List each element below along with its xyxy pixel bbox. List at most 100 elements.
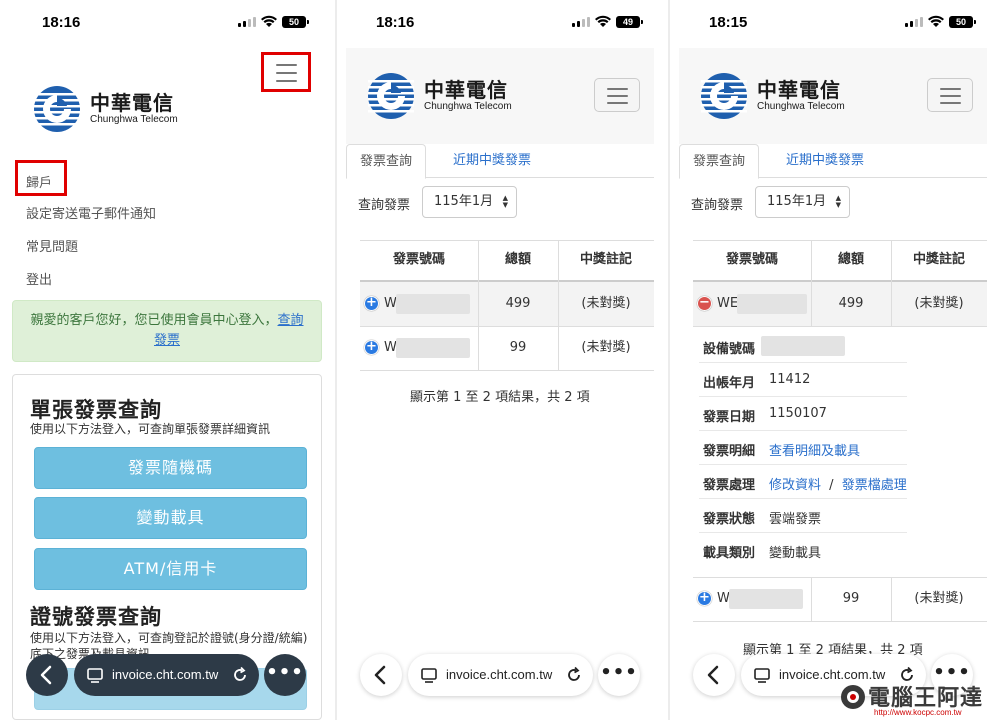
table-row[interactable]: + W 99 (未對獎) (360, 326, 654, 370)
table-row[interactable]: + W 499 (未對獎) (360, 282, 654, 326)
alert-text: 親愛的客戶您好，您已使用會員中心登入， (30, 313, 278, 328)
table-border (891, 577, 892, 621)
battery-icon: 50 (949, 16, 976, 28)
highlight-box-account-link (15, 160, 67, 196)
detail-divider (699, 532, 907, 533)
table-border (811, 577, 812, 621)
tab-invoice-query[interactable]: 發票查詢 (679, 144, 760, 179)
atm-credit-card-button[interactable]: ATM/信用卡 (34, 548, 307, 590)
clock: 18:16 (376, 14, 415, 31)
panel-divider (335, 0, 337, 720)
cellular-signal-icon (572, 17, 590, 27)
menu-toggle-button[interactable] (927, 78, 973, 112)
expand-icon[interactable]: + (364, 296, 379, 311)
table-border (360, 370, 654, 371)
cht-logo-icon (368, 73, 414, 119)
billing-period-value: 11412 (769, 372, 811, 387)
logo-chinese-text: 中華電信 (90, 91, 174, 115)
single-invoice-desc: 使用以下方法登入，可查詢單張發票詳細資訊 (30, 422, 271, 436)
menu-item-faq[interactable]: 常見問題 (26, 236, 78, 255)
logo-english-text: Chunghwa Telecom (424, 101, 512, 112)
watermark: 電腦王阿達 http://www.kocpc.com.tw (838, 680, 998, 720)
clock: 18:16 (42, 14, 81, 31)
table-row[interactable]: + W 99 (未對獎) (693, 577, 987, 621)
random-code-button[interactable]: 發票隨機碼 (34, 447, 307, 489)
menu-toggle-button[interactable] (594, 78, 640, 112)
invoice-file-link[interactable]: 發票檔處理 (842, 478, 907, 493)
panel-divider (668, 0, 670, 720)
period-select-value: 115年1月 (767, 194, 827, 209)
edit-info-link[interactable]: 修改資料 (769, 478, 821, 493)
header-invoice-number: 發票號碼 (392, 252, 445, 267)
browser-bottom-bar: invoice.cht.com.tw ••• (340, 650, 666, 700)
tab-recent-winning[interactable]: 近期中獎發票 (440, 144, 544, 179)
expand-icon[interactable]: + (697, 591, 712, 606)
invoice-number: WE (717, 296, 739, 311)
detail-divider (699, 362, 907, 363)
watermark-url: http://www.kocpc.com.tw (874, 708, 962, 717)
status-bar: 18:16 50 (6, 0, 332, 44)
invoice-date-value: 1150107 (769, 406, 827, 421)
clock: 18:15 (709, 14, 748, 31)
menu-item-logout[interactable]: 登出 (26, 269, 52, 288)
tab-recent-winning[interactable]: 近期中獎發票 (773, 144, 877, 179)
url-bar[interactable]: invoice.cht.com.tw (408, 654, 593, 696)
wifi-icon (595, 15, 611, 27)
browser-bottom-bar: invoice.cht.com.tw ••• (6, 650, 332, 700)
expand-icon[interactable]: + (364, 340, 379, 355)
invoice-amount: 99 (842, 591, 860, 606)
table-border (558, 240, 559, 370)
browser-back-button[interactable] (26, 654, 68, 696)
redacted-invoice-number (396, 294, 470, 314)
battery-icon: 50 (282, 16, 309, 28)
table-border (693, 621, 987, 622)
browser-more-button[interactable]: ••• (598, 654, 640, 696)
invoice-amount: 499 (838, 296, 864, 311)
mobile-carrier-button[interactable]: 變動載具 (34, 497, 307, 539)
wifi-icon (928, 15, 944, 27)
cht-logo: 中華電信 Chunghwa Telecom (366, 71, 512, 121)
period-select[interactable]: 115年1月 ▲ ▼ (755, 186, 850, 218)
period-select[interactable]: 115年1月 ▲ ▼ (422, 186, 517, 218)
screen-invoice-detail: 18:15 50 中華電信 Chunghwa Telecom 發票查詢 近期中獎… (673, 0, 999, 720)
cht-logo-icon (701, 73, 747, 119)
table-border (693, 326, 987, 327)
invoice-number: W (384, 340, 397, 355)
status-bar: 18:16 49 (340, 0, 666, 44)
reload-icon[interactable] (565, 666, 583, 684)
table-summary: 顯示第 1 至 2 項結果，共 2 項 (410, 390, 590, 405)
url-bar[interactable]: invoice.cht.com.tw (74, 654, 259, 696)
more-dots-icon: ••• (266, 662, 304, 683)
redacted-device-number (761, 336, 845, 356)
browser-back-button[interactable] (360, 654, 402, 696)
cert-invoice-title: 證號發票查詢 (30, 605, 162, 629)
invoice-process-label: 發票處理 (703, 478, 756, 493)
logo-english-text: Chunghwa Telecom (90, 114, 178, 125)
collapse-icon[interactable]: − (697, 296, 712, 311)
status-bar: 18:15 50 (673, 0, 999, 44)
page-icon (421, 668, 437, 683)
cellular-signal-icon (905, 17, 923, 27)
header-amount: 總額 (504, 252, 531, 267)
browser-back-button[interactable] (693, 654, 735, 696)
table-row-expanded[interactable]: − WE 499 (未對獎) (693, 282, 987, 326)
chevron-left-icon (40, 665, 52, 685)
device-number-label: 設備號碼 (703, 342, 756, 357)
header-prize-note: 中獎註記 (912, 252, 965, 267)
invoice-prize-note: (未對獎) (914, 296, 964, 311)
invoice-prize-note: (未對獎) (914, 591, 964, 606)
reload-icon[interactable] (231, 666, 249, 684)
browser-more-button[interactable]: ••• (264, 654, 306, 696)
billing-period-label: 出帳年月 (703, 376, 756, 391)
invoice-items-label: 發票明細 (703, 444, 756, 459)
redacted-invoice-number (729, 589, 803, 609)
logo-chinese-text: 中華電信 (757, 78, 841, 102)
logo-english-text: Chunghwa Telecom (757, 101, 845, 112)
period-select-value: 115年1月 (434, 194, 494, 209)
menu-item-email-notification[interactable]: 設定寄送電子郵件通知 (26, 203, 156, 222)
view-details-link[interactable]: 查看明細及載具 (769, 440, 860, 459)
invoice-status-label: 發票狀態 (703, 512, 756, 527)
url-text: invoice.cht.com.tw (446, 667, 553, 682)
page-icon (754, 668, 770, 683)
tab-invoice-query[interactable]: 發票查詢 (346, 144, 427, 179)
